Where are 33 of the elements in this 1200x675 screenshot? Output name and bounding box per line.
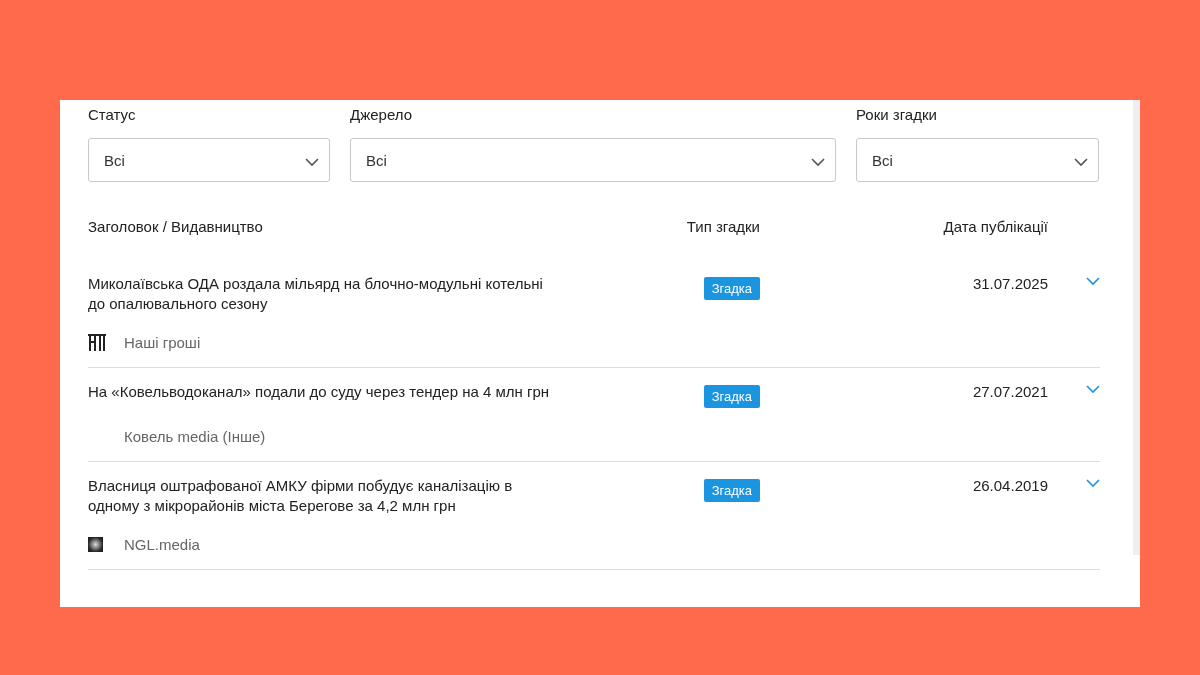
- expand-button[interactable]: [1086, 385, 1100, 394]
- chevron-icon: [1086, 277, 1100, 286]
- expand-button[interactable]: [1086, 277, 1100, 286]
- article-title[interactable]: На «Ковельводоканал» подали до суду через тендер на 4 млн грн: [88, 382, 558, 408]
- select-field[interactable]: Всі: [856, 138, 1099, 182]
- filter-label: Джерело: [350, 106, 413, 124]
- chevron-icon: [1086, 479, 1100, 488]
- article-title[interactable]: Миколаївська ОДА роздала мільярд на блочно-модульні котельні до опалювального сезону: [88, 274, 558, 314]
- expand-button[interactable]: [1086, 479, 1100, 488]
- publication-date: 27.07.2021: [972, 382, 1048, 402]
- filter-label: Статус: [88, 106, 137, 124]
- chevron-down-icon: [811, 157, 825, 167]
- mention-type-tag: Згадка: [703, 479, 760, 502]
- column-header: Дата публікації: [943, 218, 1048, 237]
- article-title[interactable]: Власниця оштрафованої АМКУ фірми побудує каналізацію в одному з мікрорайонів міста Берегове за 4,2 млн грн: [88, 476, 558, 516]
- source-name: Ковель media (Інше): [124, 427, 266, 445]
- publisher-logo-icon: [88, 333, 106, 351]
- chevron-icon: [1086, 385, 1100, 394]
- chevron-down-icon: [1074, 157, 1088, 167]
- mention-type-tag: Згадка: [703, 385, 760, 408]
- column-header: Тип згадки: [686, 218, 760, 237]
- scrollbar[interactable]: [1133, 100, 1140, 555]
- select-field[interactable]: Всі: [350, 138, 836, 182]
- publication-date: 26.04.2019: [972, 476, 1048, 496]
- mention-type-tag: Згадка: [703, 277, 760, 300]
- chevron-down-icon: [305, 157, 319, 167]
- select-field[interactable]: Всі: [88, 138, 330, 182]
- source-name: NGL.media: [124, 535, 200, 553]
- filter-label: Роки згадки: [856, 106, 938, 124]
- publication-date: 31.07.2025: [972, 274, 1048, 294]
- publisher-logo-icon: [88, 536, 103, 552]
- source-name: Наші гроші: [124, 333, 201, 351]
- column-header: Заголовок / Видавництво: [88, 218, 264, 237]
